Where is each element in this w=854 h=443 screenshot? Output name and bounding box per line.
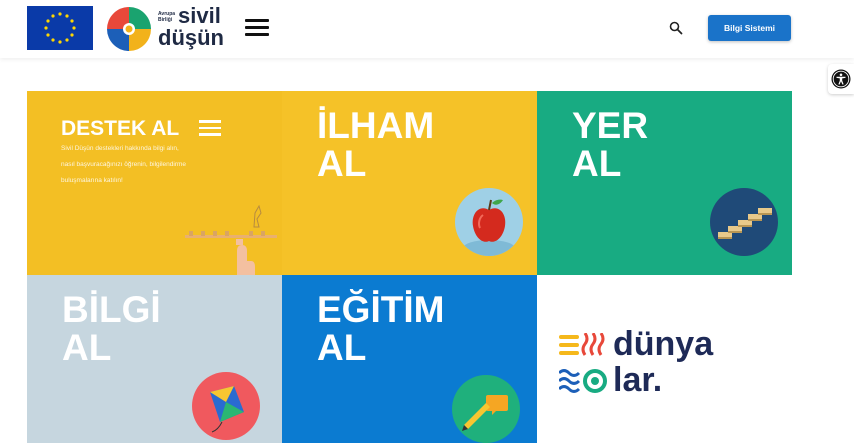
tile-egitim-title: EĞİTİM AL <box>317 291 444 367</box>
apple-icon <box>455 188 523 256</box>
kite-icon <box>192 372 260 440</box>
tile-yer-line2: AL <box>572 143 622 184</box>
sivil-dusun-puzzle-logo[interactable] <box>105 5 153 53</box>
tile-egitim-al[interactable]: EĞİTİM AL <box>282 275 537 443</box>
site-header: Avrupa Birliği sivil düşün Bilgi Sistemi <box>0 0 854 58</box>
dunyalar-line1: dünya <box>613 325 714 363</box>
tile-bilgi-line1: BİLGİ <box>62 289 161 330</box>
tile-bilgi-line2: AL <box>62 327 112 368</box>
tile-dunyalar[interactable]: dünya lar. <box>537 275 792 443</box>
tile-yer-title: YER AL <box>572 107 648 183</box>
search-icon[interactable] <box>668 20 684 36</box>
tile-menu-icon[interactable] <box>199 120 221 136</box>
brand-prefix: Avrupa Birliği <box>158 11 176 23</box>
tile-egitim-line2: AL <box>317 327 367 368</box>
bilgi-sistemi-button[interactable]: Bilgi Sistemi <box>708 15 791 41</box>
tile-destek-description: Sivil Düşün destekleri hakkında bilgi al… <box>61 145 187 184</box>
tile-destek-al[interactable]: DESTEK AL Sivil Düşün destekleri hakkınd… <box>27 91 282 275</box>
waves-spiral-icon <box>557 332 607 393</box>
dunyalar-line2: lar. <box>613 361 663 399</box>
dunyalar-logo: dünya lar. <box>557 327 779 405</box>
tile-yer-al[interactable]: YER AL <box>537 91 792 275</box>
hand-domino-illustration <box>177 201 282 275</box>
accessibility-button[interactable] <box>828 64 854 94</box>
tile-destek-title: DESTEK AL <box>61 117 180 140</box>
eu-flag-logo[interactable] <box>27 6 93 50</box>
hamburger-menu-icon[interactable] <box>245 18 269 38</box>
stairs-icon <box>710 188 778 256</box>
pencil-note-icon <box>452 375 520 443</box>
tile-ilham-al[interactable]: İLHAM AL <box>282 91 537 275</box>
tile-ilham-line1: İLHAM <box>317 105 435 146</box>
tile-bilgi-al[interactable]: BİLGİ AL <box>27 275 282 443</box>
accessibility-icon <box>831 69 851 89</box>
tile-ilham-title: İLHAM AL <box>317 107 434 183</box>
tile-bilgi-title: BİLGİ AL <box>62 291 161 367</box>
tile-yer-line1: YER <box>572 105 649 146</box>
tile-egitim-line1: EĞİTİM <box>317 289 445 330</box>
tile-ilham-line2: AL <box>317 143 367 184</box>
brand-word-dusun: düşün <box>158 25 224 50</box>
